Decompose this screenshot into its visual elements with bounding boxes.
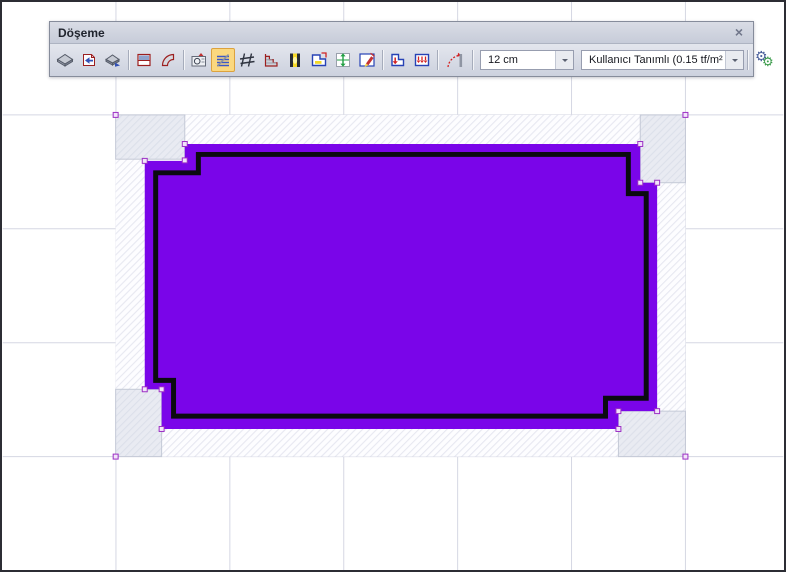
slab-load-value: Kullanıcı Tanımlı (0.15 tf/m² xyxy=(582,54,725,66)
selection-handle[interactable] xyxy=(142,158,147,163)
selection-handle[interactable] xyxy=(182,142,187,147)
slab-edit-glyph xyxy=(357,50,377,70)
selection-handle[interactable] xyxy=(683,112,688,117)
column-object[interactable] xyxy=(640,115,685,183)
selection-handle[interactable] xyxy=(616,409,621,414)
selection-handle[interactable] xyxy=(616,427,621,432)
slab-load-select[interactable]: Kullanıcı Tanımlı (0.15 tf/m² xyxy=(581,50,744,70)
chevron-down-icon[interactable] xyxy=(555,51,573,69)
toolbar-titlebar[interactable]: Döşeme × xyxy=(50,22,753,44)
slab-import-glyph xyxy=(79,50,99,70)
slab-corner-icon[interactable] xyxy=(307,48,331,72)
slab-section-icon[interactable] xyxy=(132,48,156,72)
chevron-down-icon[interactable] xyxy=(725,51,743,69)
column-object[interactable] xyxy=(618,411,685,456)
slab-thickness-value: 12 cm xyxy=(481,54,555,66)
slab-label-icon[interactable] xyxy=(187,48,211,72)
slab-object[interactable] xyxy=(145,144,657,429)
column-object[interactable] xyxy=(116,115,185,159)
toolbar-separator xyxy=(183,50,184,70)
selection-handle[interactable] xyxy=(113,112,118,117)
slab-edit-icon[interactable] xyxy=(355,48,379,72)
column-tool-icon[interactable] xyxy=(283,48,307,72)
point-load-glyph xyxy=(388,50,408,70)
slab-mesh-glyph xyxy=(237,50,257,70)
slab-mesh-icon[interactable] xyxy=(235,48,259,72)
settings-gears-icon[interactable]: ⚙ ⚙ xyxy=(753,49,778,71)
slab-section-glyph xyxy=(134,50,154,70)
slab-draw-glyph xyxy=(55,50,75,70)
toolbar-separator xyxy=(437,50,438,70)
distributed-load-icon[interactable] xyxy=(410,48,434,72)
selection-handle[interactable] xyxy=(113,454,118,459)
selection-handle[interactable] xyxy=(142,387,147,392)
distributed-load-glyph xyxy=(412,50,432,70)
selection-handle[interactable] xyxy=(182,158,187,163)
app-window: Döşeme × xyxy=(0,0,786,572)
selection-handle[interactable] xyxy=(159,387,164,392)
selection-handle[interactable] xyxy=(655,409,660,414)
slab-import-icon[interactable] xyxy=(77,48,101,72)
beam-band xyxy=(116,115,686,144)
selection-handle[interactable] xyxy=(159,427,164,432)
slab-steps-icon[interactable] xyxy=(259,48,283,72)
slab-pick-icon[interactable] xyxy=(101,48,125,72)
beam-band xyxy=(116,429,686,457)
point-load-icon[interactable] xyxy=(386,48,410,72)
slab-corner-glyph xyxy=(309,50,329,70)
toolbar-title: Döşeme xyxy=(58,26,731,40)
selection-handle[interactable] xyxy=(655,180,660,185)
slab-hatch-glyph xyxy=(213,50,233,70)
column-tool-glyph xyxy=(285,50,305,70)
slab-label-glyph xyxy=(189,50,209,70)
slope-angle-glyph xyxy=(444,50,466,70)
gear-green-glyph: ⚙ xyxy=(762,54,774,70)
slope-angle-icon[interactable] xyxy=(441,48,469,72)
toolbar-separator xyxy=(472,50,473,70)
slab-steps-glyph xyxy=(261,50,281,70)
stretch-icon[interactable] xyxy=(331,48,355,72)
slab-ramp-glyph xyxy=(158,50,178,70)
column-object[interactable] xyxy=(116,389,162,456)
toolbar-separator xyxy=(382,50,383,70)
slab-toolbar: Döşeme × xyxy=(49,21,754,77)
toolbar-separator xyxy=(128,50,129,70)
toolbar-separator xyxy=(747,50,748,70)
selection-handle[interactable] xyxy=(638,180,643,185)
selection-handle[interactable] xyxy=(638,142,643,147)
stretch-glyph xyxy=(333,50,353,70)
slab-ramp-icon[interactable] xyxy=(156,48,180,72)
drawing-canvas[interactable] xyxy=(2,2,784,570)
slab-draw-icon[interactable] xyxy=(53,48,77,72)
toolbar-icon-row: 12 cm Kullanıcı Tanımlı (0.15 tf/m² ⚙ ⚙ xyxy=(50,44,753,76)
slab-thickness-select[interactable]: 12 cm xyxy=(480,50,574,70)
selection-handle[interactable] xyxy=(683,454,688,459)
close-icon[interactable]: × xyxy=(731,25,747,41)
slab-pick-glyph xyxy=(103,50,123,70)
slab-hatch-icon[interactable] xyxy=(211,48,235,72)
